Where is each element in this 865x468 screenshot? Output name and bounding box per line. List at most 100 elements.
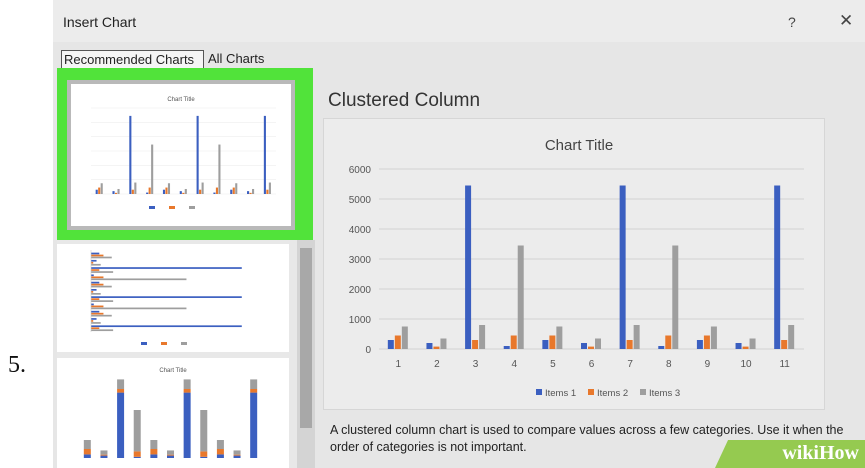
thumbnail-bar	[263, 115, 266, 194]
y-tick-label: 2000	[349, 285, 372, 296]
thumbnail-bar	[114, 192, 118, 194]
bar	[619, 185, 626, 349]
bar	[465, 185, 472, 349]
bar	[401, 326, 408, 349]
thumbnail-bar	[83, 440, 91, 449]
thumbnail-bar	[167, 455, 174, 458]
thumbnail-bar	[91, 300, 114, 302]
thumbnail-bar	[100, 455, 108, 458]
thumbnail-bar	[151, 144, 154, 194]
x-tick-label: 7	[627, 359, 633, 370]
thumbnail-clustered-bar[interactable]	[57, 244, 289, 352]
thumbnail-bar	[91, 310, 100, 313]
thumbnail-bar	[117, 389, 125, 393]
step-number: 5.	[8, 352, 26, 378]
bar	[658, 346, 665, 349]
thumbnail-scrollbar-thumb[interactable]	[300, 248, 312, 428]
legend-label: Items 1	[545, 388, 576, 399]
thumbnail-bar	[91, 261, 94, 264]
thumbnail-panel: Chart Title Chart Title	[57, 68, 315, 468]
thumbnail-bar	[91, 322, 101, 324]
x-tick-label: 8	[666, 359, 672, 370]
x-tick-label: 1	[396, 359, 402, 370]
bar	[703, 335, 710, 349]
thumbnail-bar	[183, 392, 191, 458]
bar	[633, 325, 640, 349]
bar	[479, 325, 486, 349]
chart-title: Chart Title	[545, 137, 613, 154]
close-icon[interactable]: ✕	[839, 11, 853, 31]
thumbnail-bar	[200, 410, 208, 452]
thumbnail-bar	[91, 289, 97, 291]
thumbnail-bar	[91, 291, 94, 293]
preview-heading: Clustered Column	[328, 90, 481, 111]
thumbnail-bar	[183, 389, 191, 393]
thumbnail-bar	[232, 187, 235, 194]
thumbnail-bar	[91, 285, 112, 288]
legend-swatch	[588, 389, 594, 395]
thumbnail-bar	[91, 281, 100, 284]
bar	[735, 343, 742, 349]
dialog-title: Insert Chart	[63, 14, 137, 30]
thumbnail-bar	[199, 189, 202, 194]
thumbnail-bar	[91, 329, 114, 332]
legend-label: Items 3	[649, 388, 680, 399]
thumbnail-bar	[218, 144, 221, 194]
x-tick-label: 5	[550, 359, 556, 370]
thumbnail-bar	[182, 192, 185, 194]
x-tick-label: 4	[511, 359, 517, 370]
x-tick-label: 3	[473, 359, 479, 370]
thumbnail-bar	[91, 307, 187, 310]
thumbnail-bar	[91, 254, 104, 257]
thumbnail-bar	[100, 450, 108, 455]
bar	[394, 335, 401, 349]
x-tick-label: 2	[434, 359, 440, 370]
x-tick-label: 11	[779, 359, 790, 370]
thumbnail-bar	[150, 449, 158, 455]
help-button[interactable]: ?	[788, 14, 796, 30]
thumbnail-bar	[91, 312, 104, 315]
thumbnail-bar	[129, 115, 132, 194]
thumbnail-bar	[98, 187, 101, 194]
bar	[588, 346, 594, 349]
tab-all-charts[interactable]: All Charts	[206, 50, 290, 68]
thumbnail-bar	[100, 454, 108, 456]
thumbnail-bar	[91, 269, 100, 271]
thumbnail-selected-highlight[interactable]: Chart Title	[57, 68, 313, 240]
thumbnail-bar	[235, 183, 238, 194]
thumbnail-bar	[201, 182, 204, 194]
thumbnail-bar	[91, 283, 104, 286]
y-tick-label: 3000	[349, 255, 372, 266]
thumbnail-bar	[100, 183, 103, 194]
thumbnail-bar	[216, 440, 224, 449]
tab-recommended-charts[interactable]: Recommended Charts	[61, 50, 204, 70]
y-tick-label: 1000	[349, 315, 372, 326]
bar	[788, 325, 795, 349]
thumbnail-bar	[247, 191, 250, 194]
thumbnail-bar	[250, 389, 258, 393]
bar	[774, 185, 781, 349]
bar	[595, 338, 601, 349]
bar	[440, 338, 447, 349]
bar	[665, 335, 672, 349]
bar	[426, 343, 433, 349]
x-tick-label: 9	[705, 359, 711, 370]
bar	[472, 340, 479, 349]
thumbnail-bar	[117, 392, 125, 458]
thumbnail-bar	[95, 189, 98, 194]
thumbnail-bar	[91, 259, 97, 262]
main-chart: Chart Title 0 1000 2000 3000 4000 5000 6000 1 2…	[349, 137, 804, 399]
thumbnail-bar	[117, 379, 125, 389]
thumbnail-bar	[215, 187, 218, 194]
thumbnail-bar	[250, 392, 258, 458]
bar	[626, 340, 633, 349]
bar	[672, 245, 679, 349]
x-tick-label: 10	[740, 359, 752, 370]
thumbnail-stacked-column[interactable]: Chart Title	[57, 358, 289, 468]
thumbnail-bar	[250, 379, 258, 389]
bar	[387, 340, 394, 349]
thumbnail-2-chart	[90, 250, 242, 345]
thumbnail-clustered-column[interactable]: Chart Title	[71, 84, 291, 226]
y-tick-label: 6000	[349, 165, 372, 176]
thumbnail-bar	[216, 449, 224, 455]
